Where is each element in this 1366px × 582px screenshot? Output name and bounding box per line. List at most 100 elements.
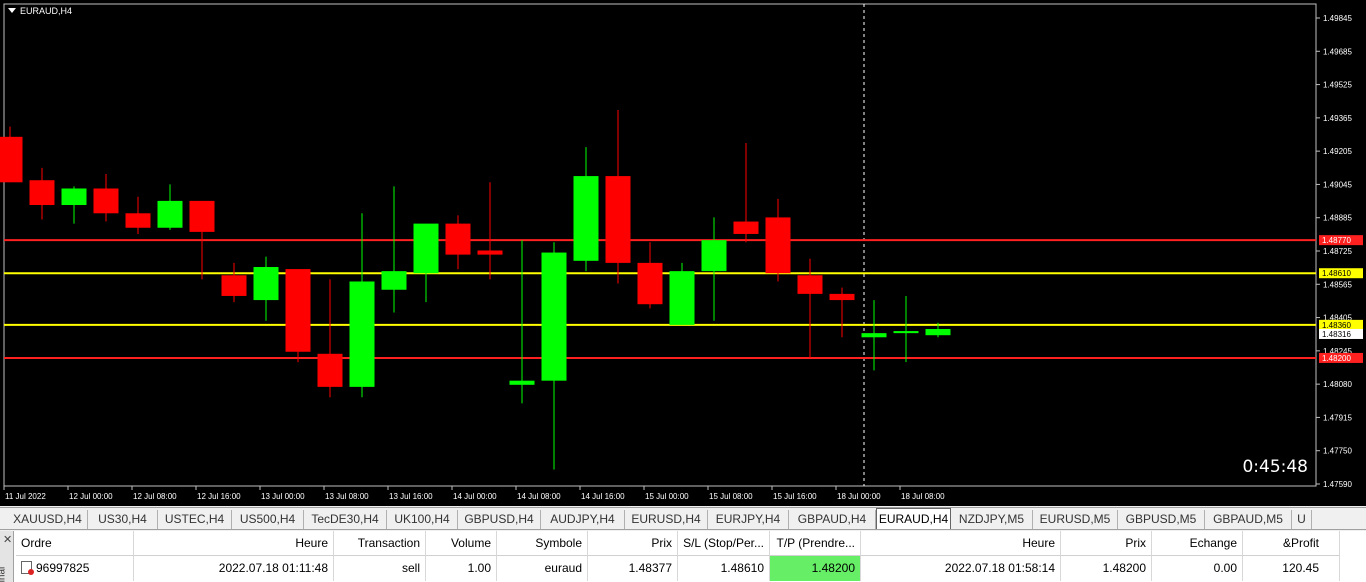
tab-u[interactable]: U <box>1292 510 1312 529</box>
bear-candle <box>125 213 151 228</box>
tab-gbpusd-h4[interactable]: GBPUSD,H4 <box>458 510 541 529</box>
bear-candle <box>637 262 663 305</box>
time-tick-label: 18 Jul 00:00 <box>837 492 881 501</box>
col-open-price[interactable]: Prix <box>588 531 678 556</box>
col-close-price[interactable]: Prix <box>1061 531 1152 556</box>
col-open-time[interactable]: Heure <box>134 531 334 556</box>
bar-countdown-timer: 0:45:48 <box>1242 457 1308 477</box>
bull-candle <box>413 223 439 274</box>
tab-us30-h4[interactable]: US30,H4 <box>88 510 158 529</box>
time-tick-label: 15 Jul 00:00 <box>645 492 689 501</box>
price-tick-label: 1.49365 <box>1323 114 1352 123</box>
order-document-icon <box>21 561 34 575</box>
swap-cell: 0.00 <box>1152 556 1243 581</box>
bear-candle <box>765 217 791 274</box>
plot-frame <box>3 3 1317 487</box>
bull-candle <box>925 329 951 336</box>
time-tick-label: 13 Jul 00:00 <box>261 492 305 501</box>
price-level-label: 1.48360 <box>1322 321 1351 330</box>
price-tick-label: 1.48885 <box>1323 214 1352 223</box>
bear-candle <box>829 293 855 301</box>
candlestick-chart[interactable]: 1.49845 1.49685 1.49525 1.49365 1.49205 1.490… <box>0 0 1366 506</box>
type-cell: sell <box>334 556 426 581</box>
chart-symbol-title: EURAUD,H4 <box>8 6 72 16</box>
stop-loss-cell: 1.48610 <box>678 556 770 581</box>
bull-candle <box>253 267 279 301</box>
bear-candle <box>221 275 247 296</box>
tab-eurusd-h4[interactable]: EURUSD,H4 <box>625 510 708 529</box>
price-tick-label: 1.48565 <box>1323 280 1352 289</box>
tab-tecde30-h4[interactable]: TecDE30,H4 <box>304 510 387 529</box>
chart-tab-bar: XAUUSD,H4 US30,H4 USTEC,H4 US500,H4 TecDE30,… <box>0 507 1366 530</box>
price-tick-label: 1.48725 <box>1323 247 1352 256</box>
time-tick-label: 14 Jul 16:00 <box>581 492 625 501</box>
bull-candle <box>349 281 375 387</box>
time-tick-label: 12 Jul 00:00 <box>69 492 113 501</box>
bull-candle <box>61 188 87 206</box>
col-profit[interactable]: &Profit <box>1243 531 1340 556</box>
bear-candle <box>93 188 119 214</box>
volume-cell: 1.00 <box>426 556 497 581</box>
triangle-down-icon <box>8 8 16 13</box>
bull-candle <box>381 271 407 290</box>
open-price-cell: 1.48377 <box>588 556 678 581</box>
tab-us500-h4[interactable]: US500,H4 <box>232 510 304 529</box>
time-tick-label: 13 Jul 16:00 <box>389 492 433 501</box>
bear-candle <box>29 180 55 206</box>
tab-gbpaud-m5[interactable]: GBPAUD,M5 <box>1205 510 1292 529</box>
close-price-cell: 1.48200 <box>1061 556 1152 581</box>
col-take-profit[interactable]: T/P (Prendre... <box>770 531 861 556</box>
price-level-label: 1.48316 <box>1322 330 1351 339</box>
col-symbol[interactable]: Symbole <box>497 531 588 556</box>
time-tick-label: 15 Jul 08:00 <box>709 492 753 501</box>
tab-audjpy-h4[interactable]: AUDJPY,H4 <box>541 510 625 529</box>
col-close-time[interactable]: Heure <box>861 531 1061 556</box>
bear-candle <box>605 176 631 263</box>
tab-euraud-h4[interactable]: EURAUD,H4 <box>876 508 951 529</box>
close-time-cell: 2022.07.18 01:58:14 <box>861 556 1061 581</box>
tab-eurjpy-h4[interactable]: EURJPY,H4 <box>708 510 789 529</box>
bear-candle <box>317 353 343 387</box>
price-tick-label: 1.49845 <box>1323 14 1352 23</box>
terminal-side-label: inal <box>0 566 8 582</box>
bull-candle <box>541 252 567 381</box>
price-tick-label: 1.47590 <box>1323 480 1352 489</box>
bear-candle <box>285 269 311 352</box>
col-type[interactable]: Transaction <box>334 531 426 556</box>
terminal-side-strip: ✕ inal <box>0 531 14 582</box>
bear-candle <box>797 275 823 294</box>
time-tick-label: 15 Jul 16:00 <box>773 492 817 501</box>
price-tick-label: 1.49525 <box>1323 81 1352 90</box>
col-order[interactable]: Ordre <box>16 531 134 556</box>
tab-gbpusd-m5[interactable]: GBPUSD,M5 <box>1118 510 1205 529</box>
bull-candle <box>701 240 727 272</box>
price-tick-label: 1.49205 <box>1323 147 1352 156</box>
tab-xauusd-h4[interactable]: XAUUSD,H4 <box>8 510 88 529</box>
price-tick-label: 1.47750 <box>1323 447 1352 456</box>
order-number: 96997825 <box>36 561 90 575</box>
bull-candle <box>573 176 599 261</box>
bear-candle <box>445 223 471 255</box>
time-tick-label: 12 Jul 08:00 <box>133 492 177 501</box>
tab-nzdjpy-m5[interactable]: NZDJPY,M5 <box>951 510 1033 529</box>
time-tick-label: 14 Jul 08:00 <box>517 492 561 501</box>
close-icon[interactable]: ✕ <box>3 533 12 546</box>
bull-candle <box>861 333 887 338</box>
price-level-label: 1.48610 <box>1322 269 1351 278</box>
price-chart[interactable]: 1.49845 1.49685 1.49525 1.49365 1.49205 1.490… <box>0 0 1366 506</box>
col-volume[interactable]: Volume <box>426 531 497 556</box>
bear-candle <box>189 200 215 232</box>
bull-candle <box>669 271 695 325</box>
bull-candle <box>509 380 535 385</box>
tab-ustec-h4[interactable]: USTEC,H4 <box>158 510 232 529</box>
tab-gbpaud-h4[interactable]: GBPAUD,H4 <box>789 510 876 529</box>
time-tick-label: 12 Jul 16:00 <box>197 492 241 501</box>
col-stop-loss[interactable]: S/L (Stop/Per... <box>678 531 770 556</box>
terminal-panel: ✕ inal Ordre Heure Transaction Volume Sy… <box>0 531 1366 582</box>
tab-eurusd-m5[interactable]: EURUSD,M5 <box>1033 510 1118 529</box>
tab-uk100-h4[interactable]: UK100,H4 <box>387 510 458 529</box>
col-swap[interactable]: Echange <box>1152 531 1243 556</box>
bull-candle <box>157 200 183 228</box>
time-tick-label: 14 Jul 00:00 <box>453 492 497 501</box>
price-tick-label: 1.47915 <box>1323 413 1352 422</box>
